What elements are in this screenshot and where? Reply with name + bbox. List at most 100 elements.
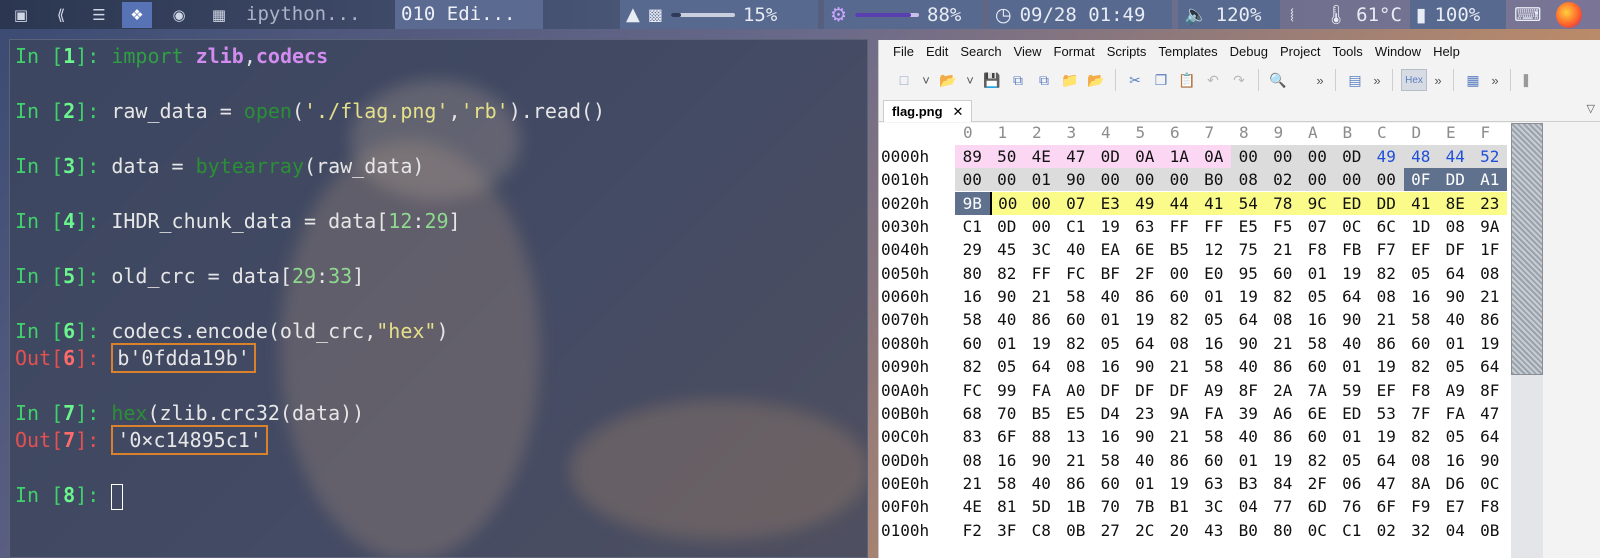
hex-byte[interactable]: 90 <box>1128 425 1163 448</box>
hex-byte[interactable]: C8 <box>1024 519 1059 542</box>
hex-byte[interactable]: EF <box>1404 238 1439 261</box>
hex-byte[interactable]: EF <box>1369 379 1404 402</box>
hex-byte[interactable]: 08 <box>1404 449 1439 472</box>
hex-byte[interactable]: 90 <box>1231 332 1266 355</box>
hex-byte[interactable]: 16 <box>990 449 1025 472</box>
hex-byte[interactable]: 3F <box>990 519 1025 542</box>
terminal-icon[interactable]: ▣ <box>6 2 36 28</box>
hex-byte[interactable]: FF <box>1197 215 1232 238</box>
hex-byte[interactable]: 64 <box>1335 285 1370 308</box>
hex-byte[interactable]: C1 <box>1059 215 1094 238</box>
hex-byte[interactable]: 00 <box>1127 168 1162 192</box>
scrollbar[interactable] <box>1511 123 1600 558</box>
hex-byte[interactable]: 7F <box>1404 402 1439 425</box>
hex-byte[interactable]: 6F <box>990 425 1025 448</box>
chrome-icon[interactable]: ◉ <box>164 2 194 28</box>
hex-byte[interactable]: 00 <box>1265 145 1300 168</box>
hex-byte[interactable]: 45 <box>990 238 1025 261</box>
hex-byte[interactable]: 01 <box>1335 425 1370 448</box>
hex-byte[interactable]: 70 <box>1093 495 1128 518</box>
hex-byte[interactable]: 90 <box>990 285 1025 308</box>
hex-byte[interactable]: 58 <box>1300 332 1335 355</box>
hex-byte[interactable]: 3C <box>1024 238 1059 261</box>
toolbar-overflow-icon[interactable]: » <box>1370 73 1384 88</box>
hex-byte[interactable]: F8 <box>1300 238 1335 261</box>
hex-byte[interactable]: 86 <box>1369 332 1404 355</box>
hex-byte[interactable]: 9A <box>1473 215 1508 238</box>
hex-byte[interactable]: 60 <box>1197 449 1232 472</box>
hex-byte[interactable]: FF <box>1162 215 1197 238</box>
hex-byte[interactable]: 44 <box>1438 145 1473 168</box>
hex-byte[interactable]: 77 <box>1266 495 1301 518</box>
hex-byte[interactable]: FA <box>1438 402 1473 425</box>
hex-byte[interactable]: 00 <box>1369 168 1404 192</box>
hex-byte[interactable]: FA <box>1197 402 1232 425</box>
hex-byte[interactable]: 07 <box>1300 215 1335 238</box>
hex-byte[interactable]: 1A <box>1162 145 1197 168</box>
hex-byte[interactable]: 8F <box>1231 379 1266 402</box>
hex-byte[interactable]: 44 <box>1162 191 1197 215</box>
hex-byte[interactable]: 90 <box>1335 308 1370 331</box>
hex-byte[interactable]: 99 <box>990 379 1025 402</box>
keyboard-widget[interactable]: ⌨ <box>1508 0 1544 29</box>
hex-byte[interactable]: 64 <box>1473 425 1508 448</box>
hex-byte[interactable]: 0D <box>1334 145 1369 168</box>
hex-byte[interactable]: 0A <box>1127 145 1162 168</box>
hex-byte[interactable]: 00 <box>1231 145 1266 168</box>
hex-byte[interactable]: 05 <box>1438 355 1473 378</box>
hex-byte[interactable]: 80 <box>955 262 990 285</box>
hex-byte[interactable]: 19 <box>1128 308 1163 331</box>
hex-byte[interactable]: FA <box>1024 379 1059 402</box>
hex-byte[interactable]: 82 <box>1404 355 1439 378</box>
folder-icon[interactable]: 📁 <box>1059 69 1081 91</box>
hex-byte[interactable]: FB <box>1335 238 1370 261</box>
hex-byte[interactable]: E5 <box>1231 215 1266 238</box>
hex-byte[interactable]: FC <box>955 379 990 402</box>
hex-byte[interactable]: 05 <box>1197 308 1232 331</box>
hex-byte[interactable]: 40 <box>1024 472 1059 495</box>
hex-byte[interactable]: 86 <box>1473 308 1508 331</box>
hex-byte[interactable]: E0 <box>1197 262 1232 285</box>
tab-flag-png[interactable]: flag.png ✕ <box>883 100 973 122</box>
redo-icon[interactable]: ↷ <box>1228 69 1250 91</box>
hex-byte[interactable]: 64 <box>1473 355 1508 378</box>
hex-byte[interactable]: 8E <box>1438 191 1473 215</box>
hex-byte[interactable]: 02 <box>1265 168 1300 192</box>
hex-byte[interactable]: ED <box>1334 191 1369 215</box>
hex-byte[interactable]: 60 <box>955 332 990 355</box>
hex-byte[interactable]: 58 <box>990 472 1025 495</box>
hex-byte[interactable]: 08 <box>1162 332 1197 355</box>
hex-byte[interactable]: 48 <box>1403 145 1438 168</box>
hex-byte[interactable]: 82 <box>955 355 990 378</box>
hex-byte[interactable]: 90 <box>1438 285 1473 308</box>
hex-byte[interactable]: 05 <box>1093 332 1128 355</box>
hex-byte[interactable]: 70 <box>990 402 1025 425</box>
hex-byte[interactable]: 01 <box>1335 355 1370 378</box>
hex-byte[interactable]: 40 <box>1059 238 1094 261</box>
hex-byte[interactable]: 58 <box>1197 355 1232 378</box>
hex-mode-button[interactable]: Hex <box>1401 69 1427 91</box>
hex-byte[interactable]: 21 <box>1266 332 1301 355</box>
hex-byte[interactable]: DF <box>1438 238 1473 261</box>
hex-byte[interactable]: 00 <box>1334 168 1369 192</box>
hex-byte[interactable]: 86 <box>1266 425 1301 448</box>
hex-byte[interactable]: 19 <box>1266 449 1301 472</box>
text-editor-icon[interactable]: ☰ <box>84 2 114 28</box>
cut-icon[interactable]: ✂ <box>1124 69 1146 91</box>
hex-byte[interactable]: 2F <box>1300 472 1335 495</box>
hex-byte[interactable]: 63 <box>1197 472 1232 495</box>
hex-byte[interactable]: 60 <box>1266 262 1301 285</box>
hex-byte[interactable]: 16 <box>1093 355 1128 378</box>
hex-byte[interactable]: 7B <box>1128 495 1163 518</box>
hex-byte[interactable]: B5 <box>1024 402 1059 425</box>
hex-byte[interactable]: A9 <box>1197 379 1232 402</box>
hex-byte[interactable]: 21 <box>1473 285 1508 308</box>
hex-byte[interactable]: BF <box>1093 262 1128 285</box>
hex-byte[interactable]: 39 <box>1231 402 1266 425</box>
hex-byte[interactable]: 86 <box>1128 285 1163 308</box>
hex-byte[interactable]: 27 <box>1093 519 1128 542</box>
menu-view[interactable]: View <box>1008 44 1048 59</box>
hex-byte[interactable]: 68 <box>955 402 990 425</box>
hex-byte[interactable]: 01 <box>1231 449 1266 472</box>
hex-byte[interactable]: 2C <box>1128 519 1163 542</box>
